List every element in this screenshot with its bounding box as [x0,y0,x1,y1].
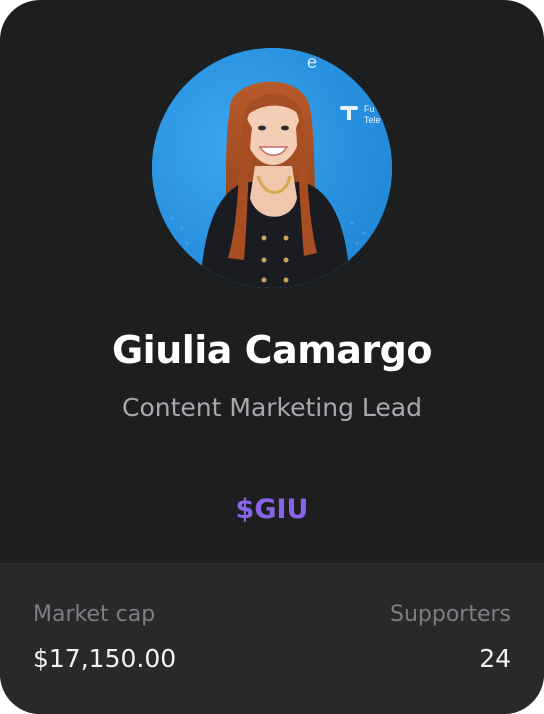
profile-card[interactable]: e Fu Tele Giulia Camargo Content Marketi… [0,0,544,714]
supporters-label: Supporters [389,602,511,627]
profile-name: Giulia Camargo [111,328,433,372]
svg-text:e: e [307,52,317,72]
stats-footer: Market cap $17,150.00 Supporters 24 [0,563,544,714]
avatar: e Fu Tele [152,48,392,288]
avatar-photo: e Fu Tele [152,48,392,288]
market-cap-value: $17,150.00 [33,644,177,673]
svg-text:Fu: Fu [364,104,375,114]
supporters-value: 24 [479,644,511,673]
ticker-symbol: $GIU [235,494,309,525]
market-cap-label: Market cap [33,602,156,627]
svg-text:Tele: Tele [364,115,381,125]
profile-role: Content Marketing Lead [122,393,422,422]
